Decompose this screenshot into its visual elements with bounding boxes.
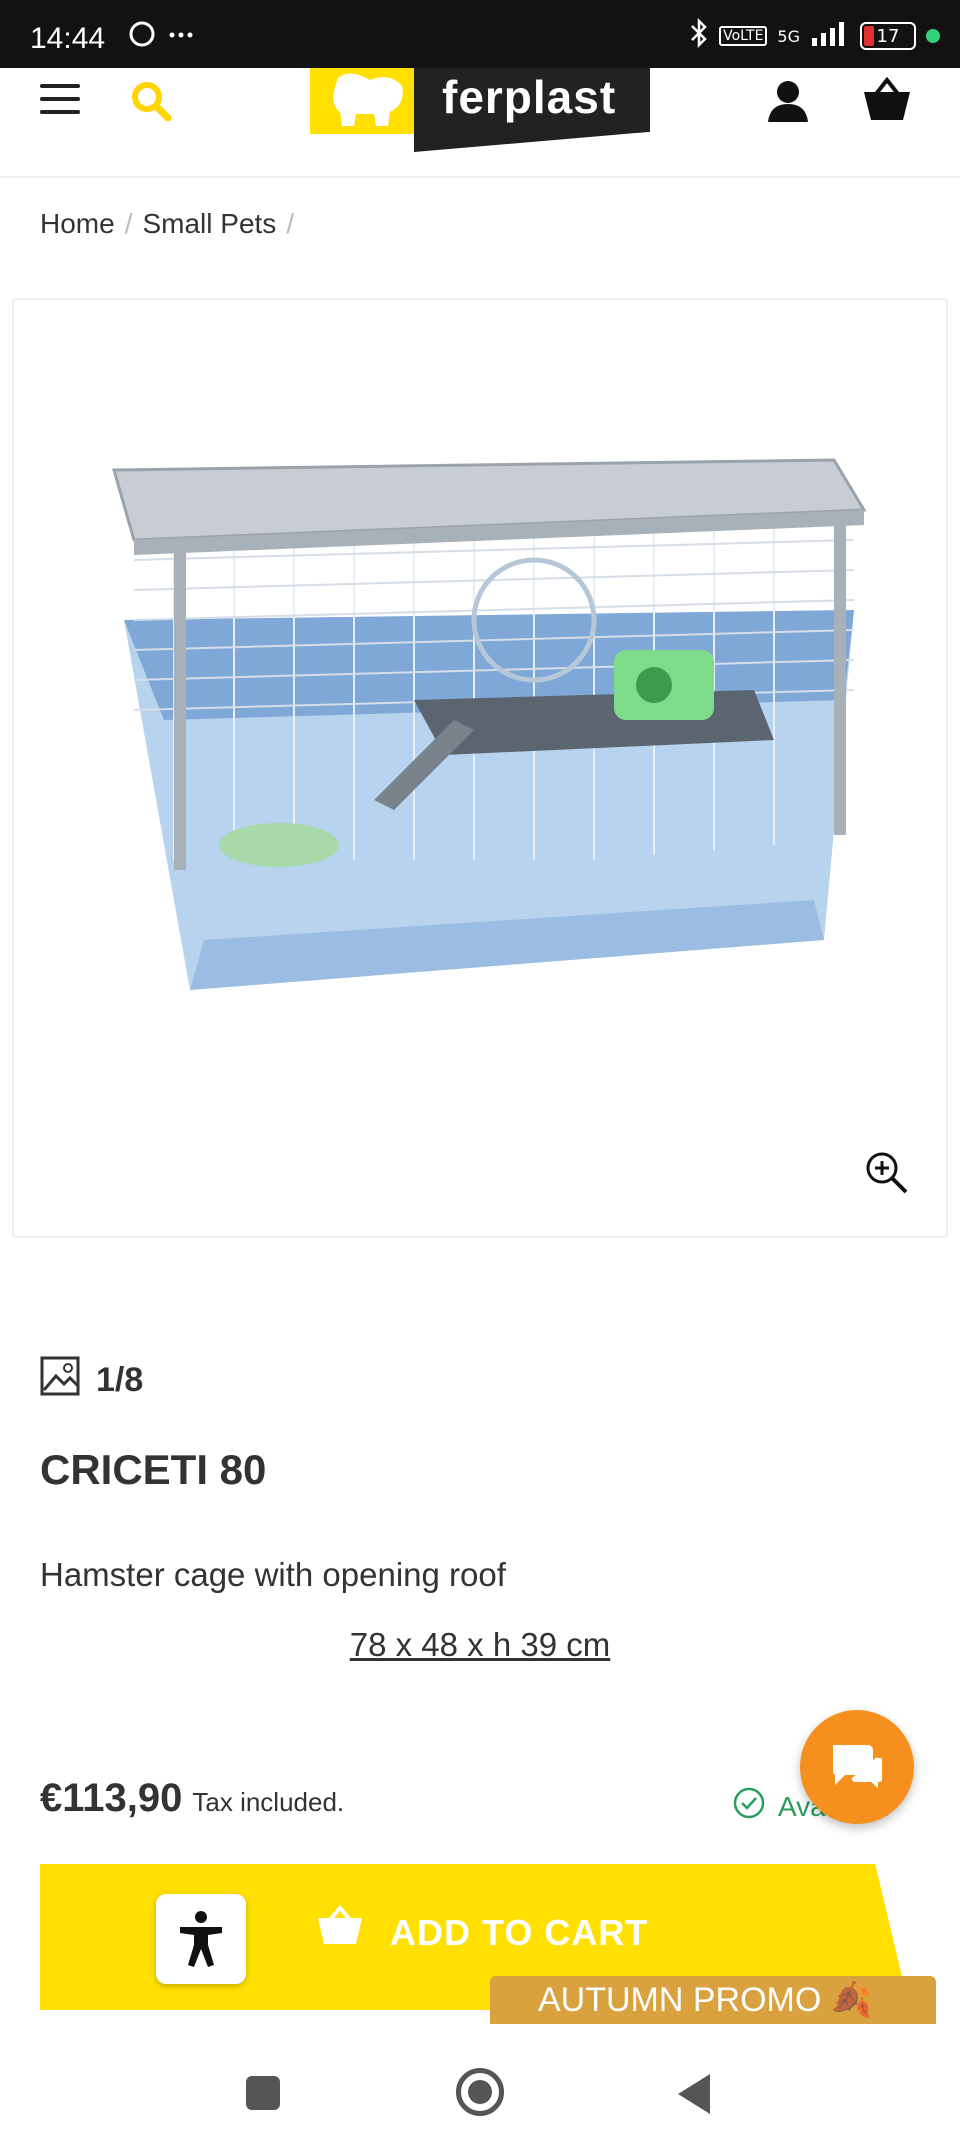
site-header: ferplast (0, 68, 960, 178)
breadcrumb-small-pets[interactable]: Small Pets (142, 208, 276, 240)
cart-icon[interactable] (862, 76, 912, 124)
home-button[interactable] (456, 2068, 504, 2116)
status-bar: 14:44 VoLTE 5G 17 (0, 0, 960, 68)
autumn-promo-banner[interactable]: AUTUMN PROMO 🍂 (490, 1976, 936, 2024)
image-icon (40, 1356, 80, 1405)
menu-line (40, 84, 80, 88)
brand-name: ferplast (442, 71, 617, 123)
battery-icon: 17 (860, 22, 916, 50)
add-to-cart-label: ADD TO CART (390, 1912, 649, 1953)
back-button[interactable] (678, 2074, 710, 2114)
breadcrumb-home[interactable]: Home (40, 208, 115, 240)
menu-button[interactable] (40, 84, 80, 118)
network-label: 5G (777, 26, 800, 46)
recent-apps-button[interactable] (246, 2076, 280, 2110)
logo-dog-icon (333, 73, 403, 126)
image-counter-text: 1/8 (96, 1361, 144, 1399)
logo-yellow-block (310, 68, 430, 134)
breadcrumb: Home / Small Pets / (40, 208, 294, 240)
product-image (112, 458, 867, 990)
breadcrumb-separator: / (286, 208, 295, 239)
chat-button[interactable] (800, 1710, 914, 1824)
whatsapp-icon (128, 20, 198, 57)
product-dimensions[interactable]: 78 x 48 x h 39 cm (0, 1626, 960, 1664)
product-image-gallery[interactable] (12, 298, 948, 1238)
volte-icon: VoLTE (719, 26, 768, 46)
home-button-inner (468, 2080, 492, 2104)
basket-icon (316, 1904, 364, 1948)
accessibility-button[interactable] (156, 1894, 246, 1984)
zoom-in-icon[interactable] (862, 1148, 912, 1198)
image-counter: 1/8 (40, 1356, 143, 1405)
user-icon[interactable] (766, 78, 810, 124)
chat-bubbles-icon (833, 1745, 884, 1794)
accessibility-icon (180, 1911, 222, 1967)
system-navigation-bar (0, 2024, 960, 2134)
product-price: €113,90 (40, 1776, 183, 1820)
signal-icon (810, 20, 850, 52)
menu-line (40, 110, 80, 114)
brand-logo[interactable]: ferplast (310, 68, 650, 152)
product-description: Hamster cage with opening roof (40, 1556, 506, 1593)
price-row: €113,90 Tax included. (40, 1776, 344, 1821)
tax-note: Tax included. (192, 1787, 345, 1817)
status-time: 14:44 (30, 22, 106, 55)
product-title: CRICETI 80 (40, 1446, 267, 1493)
bluetooth-icon (689, 17, 709, 54)
battery-level: 17 (876, 25, 900, 47)
privacy-indicator-dot (926, 29, 940, 43)
check-circle-icon (732, 1786, 766, 1827)
breadcrumb-separator: / (124, 208, 133, 239)
menu-line (40, 97, 80, 101)
search-icon[interactable] (128, 78, 174, 124)
